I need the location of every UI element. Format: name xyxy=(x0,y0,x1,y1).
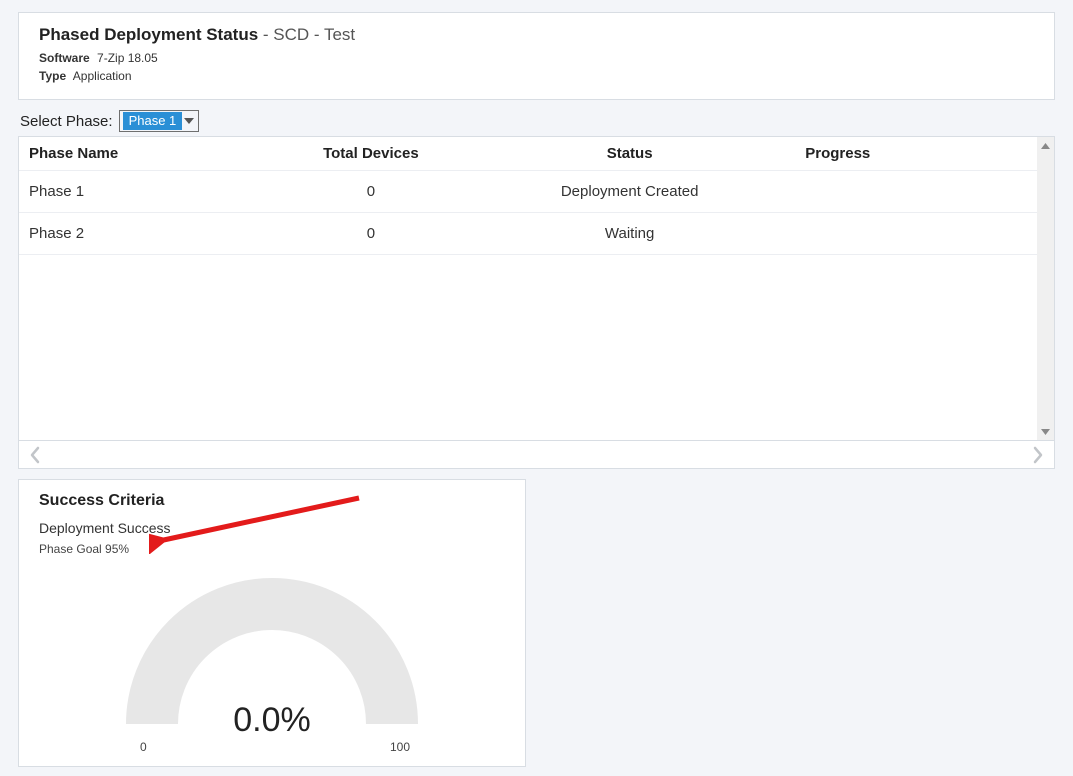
page-title-prefix: Phased Deployment Status xyxy=(39,25,258,44)
scroll-up-icon[interactable] xyxy=(1037,137,1054,154)
table-row[interactable]: Phase 1 0 Deployment Created xyxy=(19,171,1054,213)
phase-select-row: Select Phase: Phase 1 xyxy=(20,110,1053,132)
success-title: Success Criteria xyxy=(39,492,505,510)
page-title: Phased Deployment Status - SCD - Test xyxy=(39,25,1034,45)
cell-total-devices: 0 xyxy=(278,213,464,255)
cell-progress xyxy=(795,213,1054,255)
phase-select-label: Select Phase: xyxy=(20,113,113,130)
chevron-right-icon xyxy=(1032,446,1044,464)
phase-goal-label: Phase Goal 95% xyxy=(39,542,505,556)
gauge-max-tick: 100 xyxy=(390,740,410,754)
status-header: Phased Deployment Status - SCD - Test So… xyxy=(18,12,1055,100)
gauge-chart: 0.0% 0 100 xyxy=(122,564,422,754)
cell-phase-name: Phase 2 xyxy=(19,213,278,255)
type-label: Type xyxy=(39,69,66,83)
type-row: Type Application xyxy=(39,69,1034,83)
col-progress[interactable]: Progress xyxy=(795,137,1054,171)
type-value: Application xyxy=(73,69,132,83)
success-subtitle: Deployment Success xyxy=(39,520,505,536)
phase-table: Phase Name Total Devices Status Progress… xyxy=(19,137,1054,255)
vertical-scrollbar[interactable] xyxy=(1037,137,1054,440)
phase-select-value: Phase 1 xyxy=(123,112,183,130)
gauge-min-tick: 0 xyxy=(140,740,147,754)
col-total-devices[interactable]: Total Devices xyxy=(278,137,464,171)
cell-total-devices: 0 xyxy=(278,171,464,213)
cell-phase-name: Phase 1 xyxy=(19,171,278,213)
cell-status: Deployment Created xyxy=(464,171,795,213)
col-status[interactable]: Status xyxy=(464,137,795,171)
success-criteria-panel: Success Criteria Deployment Success Phas… xyxy=(18,479,526,767)
cell-status: Waiting xyxy=(464,213,795,255)
phase-table-panel: Phase Name Total Devices Status Progress… xyxy=(18,136,1055,441)
col-phase-name[interactable]: Phase Name xyxy=(19,137,278,171)
software-label: Software xyxy=(39,51,90,65)
chevron-down-icon xyxy=(182,118,196,124)
page-prev-button[interactable] xyxy=(29,446,41,464)
gauge-value: 0.0% xyxy=(122,701,422,740)
software-row: Software 7-Zip 18.05 xyxy=(39,51,1034,65)
horizontal-pager xyxy=(18,441,1055,469)
table-row[interactable]: Phase 2 0 Waiting xyxy=(19,213,1054,255)
chevron-left-icon xyxy=(29,446,41,464)
page-next-button[interactable] xyxy=(1032,446,1044,464)
software-value: 7-Zip 18.05 xyxy=(97,51,158,65)
phase-select[interactable]: Phase 1 xyxy=(119,110,200,132)
cell-progress xyxy=(795,171,1054,213)
page-title-suffix: - SCD - Test xyxy=(258,25,355,44)
scroll-down-icon[interactable] xyxy=(1037,423,1054,440)
